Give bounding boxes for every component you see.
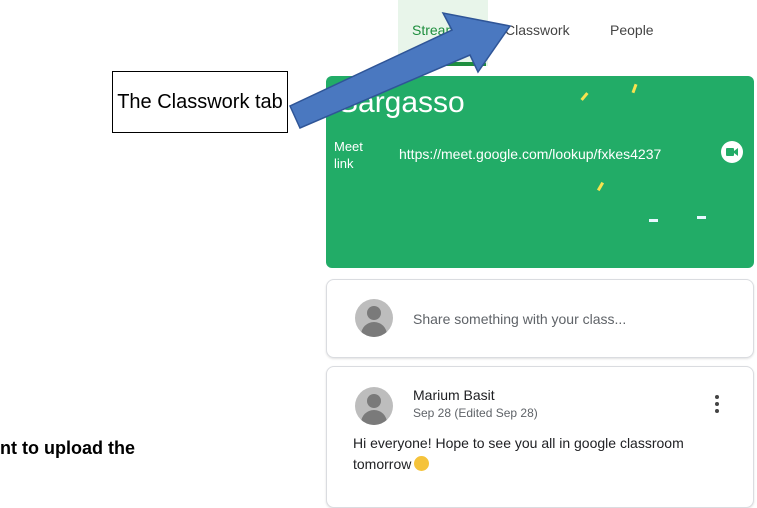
callout-text: The Classwork tab: [117, 90, 283, 113]
annotation-callout: The Classwork tab: [112, 71, 288, 133]
